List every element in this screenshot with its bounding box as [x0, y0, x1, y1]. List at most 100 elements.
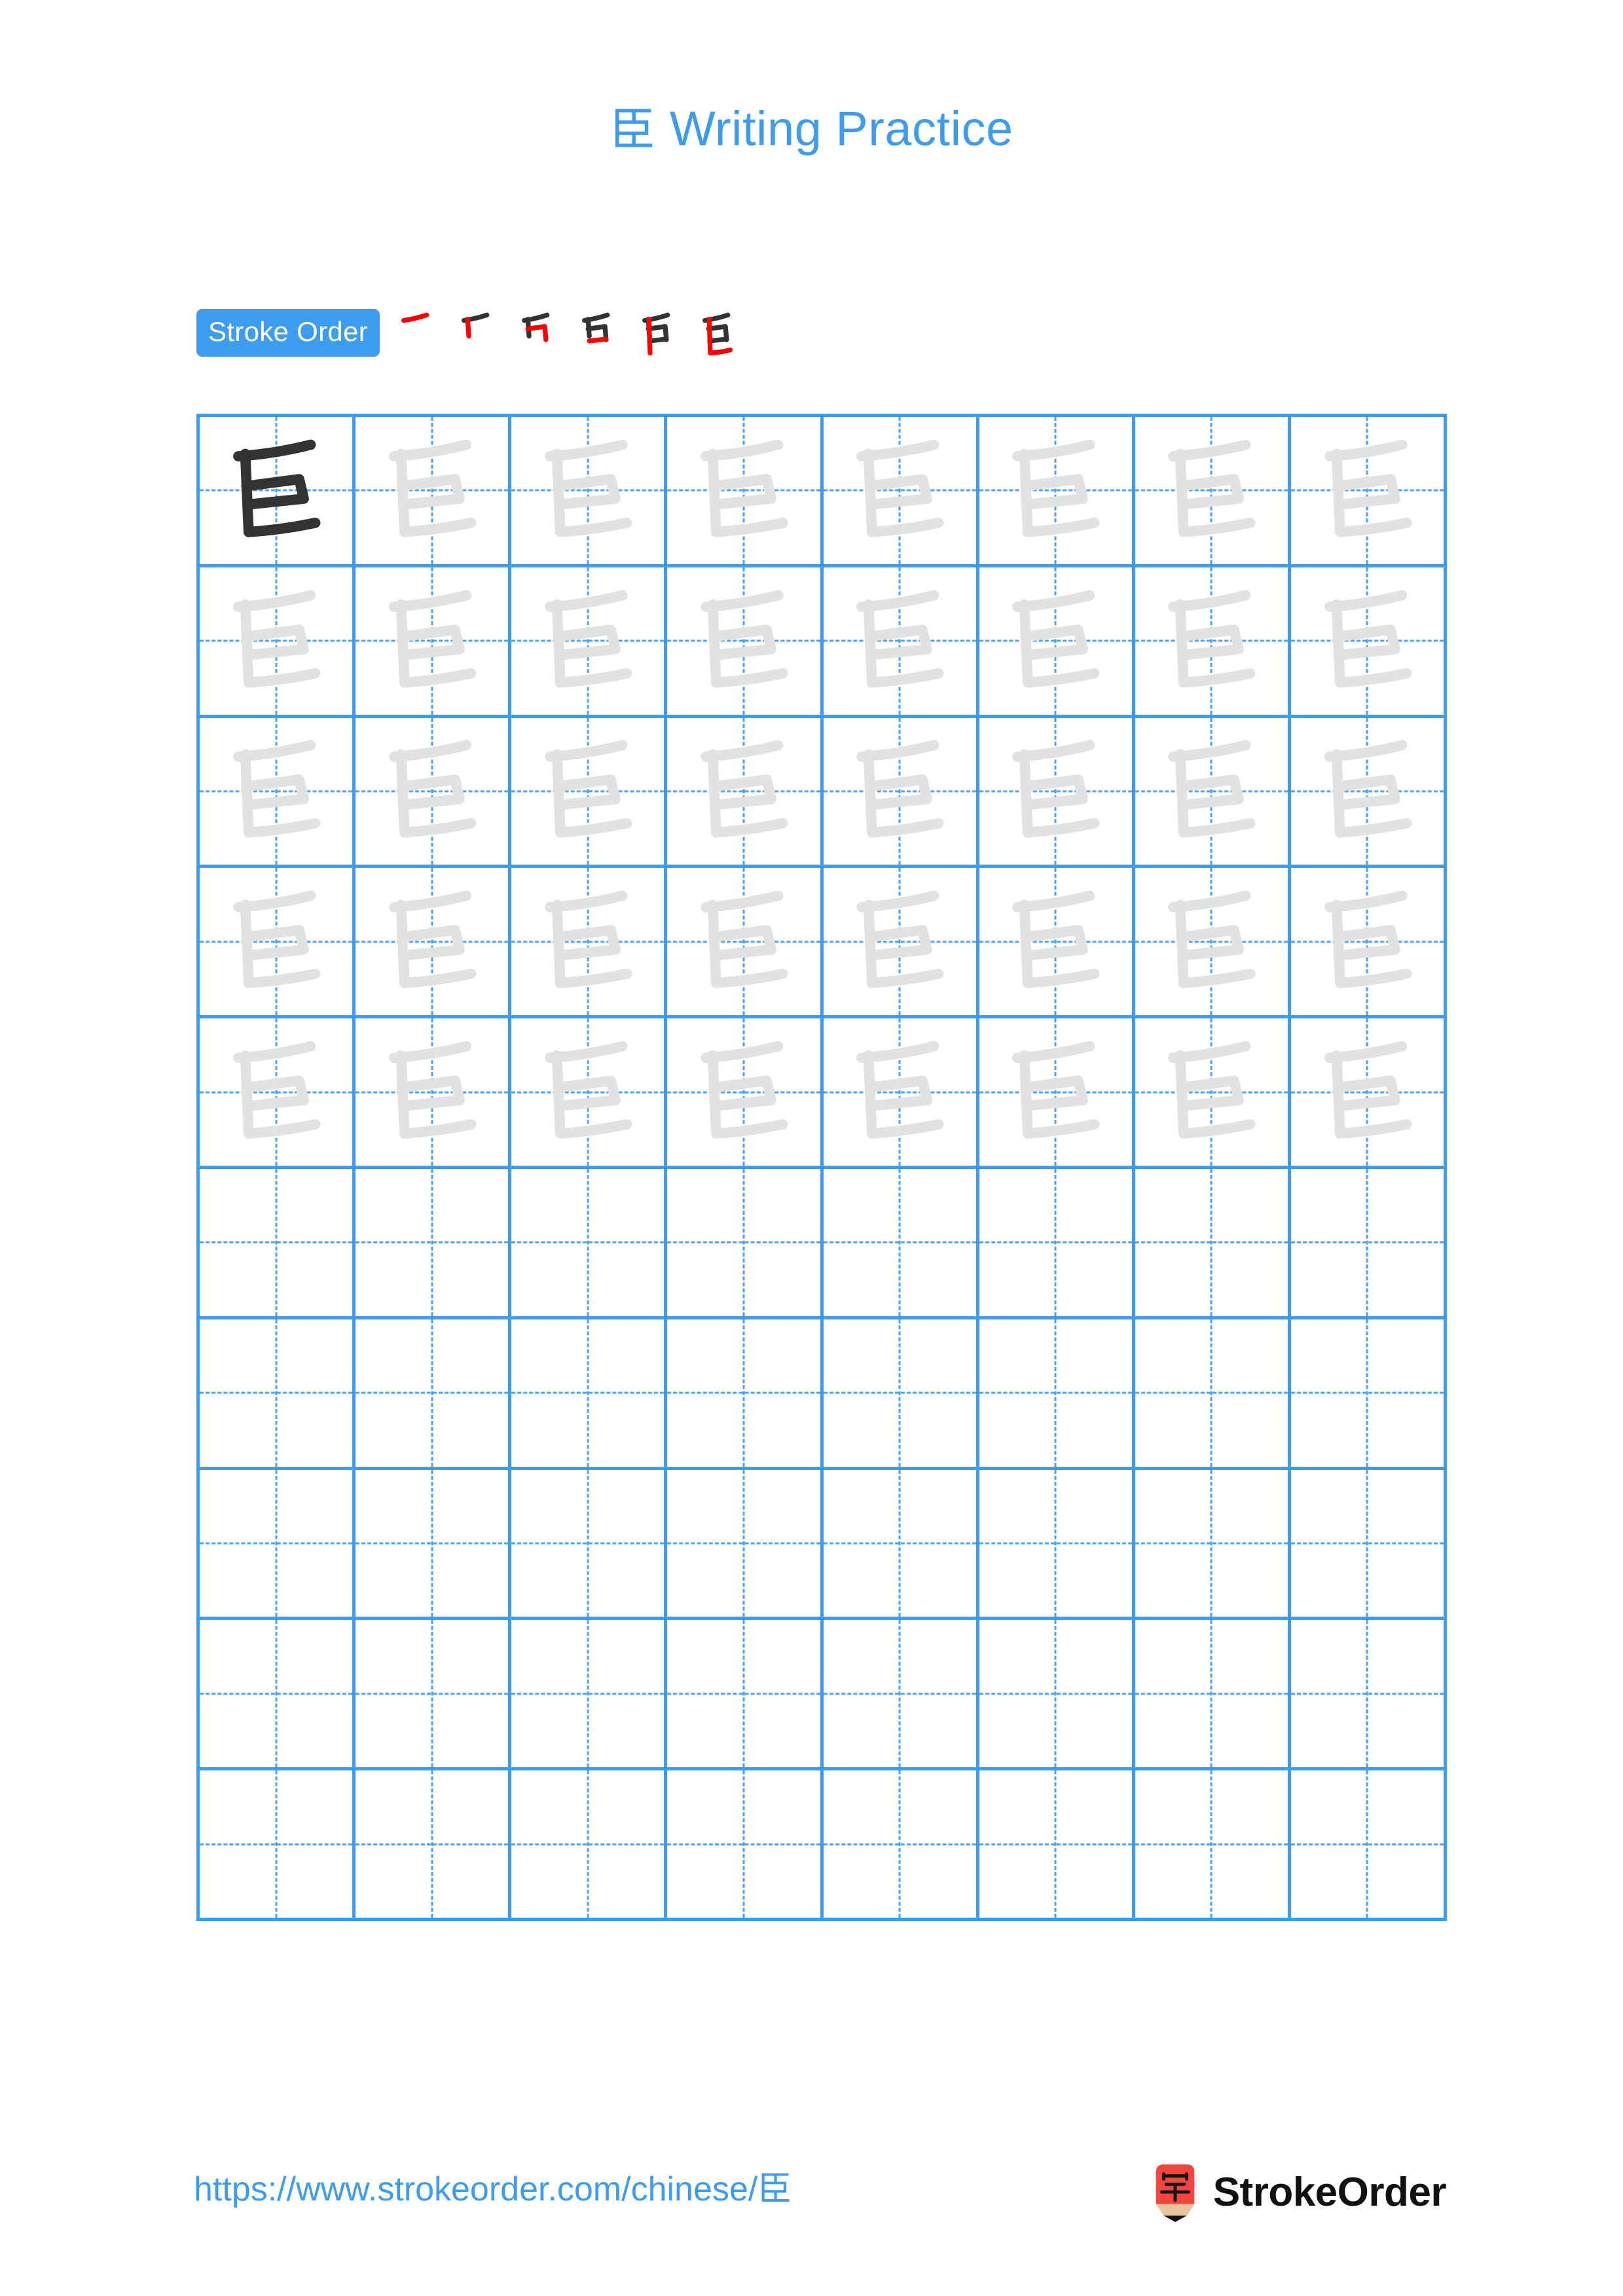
grid-cell-r2-c4[interactable] [667, 567, 824, 715]
grid-cell-r3-c2[interactable] [356, 717, 512, 865]
grid-cell-r10-c7[interactable] [1135, 1770, 1291, 1918]
grid-cell-r5-c2[interactable] [356, 1018, 512, 1166]
trace-character [979, 718, 1132, 865]
grid-cell-r6-c5[interactable] [824, 1168, 979, 1316]
grid-cell-r5-c3[interactable] [511, 1018, 668, 1166]
brand-name: StrokeOrder [1213, 2170, 1447, 2215]
grid-cell-r10-c4[interactable] [667, 1770, 824, 1918]
grid-cell-r3-c1[interactable] [200, 717, 356, 865]
grid-cell-r4-c3[interactable] [511, 868, 668, 1016]
practice-grid [196, 414, 1447, 1921]
grid-cell-r3-c4[interactable] [667, 717, 824, 865]
grid-cell-r6-c8[interactable] [1291, 1168, 1447, 1316]
grid-cell-r8-c6[interactable] [979, 1469, 1135, 1617]
grid-cell-r2-c2[interactable] [356, 567, 512, 715]
grid-cell-r1-c2[interactable] [356, 417, 512, 564]
character-glyph-icon [1012, 740, 1100, 838]
grid-cell-r4-c7[interactable] [1135, 868, 1291, 1016]
grid-cell-r7-c6[interactable] [979, 1319, 1135, 1467]
grid-cell-r9-c4[interactable] [667, 1620, 824, 1768]
grid-cell-r7-c5[interactable] [824, 1319, 979, 1467]
grid-cell-r10-c1[interactable] [200, 1770, 356, 1918]
stroke-step-3 [515, 302, 575, 363]
footer-brand[interactable]: StrokeOrder [1149, 2160, 1447, 2225]
grid-cell-r7-c7[interactable] [1135, 1319, 1291, 1467]
grid-cell-r3-c5[interactable] [824, 717, 979, 865]
grid-cell-r9-c3[interactable] [511, 1620, 668, 1768]
trace-character [824, 718, 976, 865]
grid-cell-r8-c7[interactable] [1135, 1469, 1291, 1617]
grid-cell-r5-c8[interactable] [1291, 1018, 1447, 1166]
grid-cell-r5-c1[interactable] [200, 1018, 356, 1166]
grid-cell-r4-c8[interactable] [1291, 868, 1447, 1016]
grid-cell-r2-c6[interactable] [979, 567, 1135, 715]
grid-cell-r6-c3[interactable] [511, 1168, 668, 1316]
grid-cell-r7-c3[interactable] [511, 1319, 668, 1467]
grid-cell-r4-c2[interactable] [356, 868, 512, 1016]
trace-character [979, 868, 1132, 1015]
grid-cell-r4-c1[interactable] [200, 868, 356, 1016]
grid-cell-r8-c1[interactable] [200, 1469, 356, 1617]
grid-cell-r6-c1[interactable] [200, 1168, 356, 1316]
stroke-step-3-icon [522, 312, 550, 342]
grid-cell-r1-c7[interactable] [1135, 417, 1291, 564]
grid-cell-r9-c5[interactable] [824, 1620, 979, 1768]
grid-cell-r3-c6[interactable] [979, 717, 1135, 865]
grid-cell-r1-c3[interactable] [511, 417, 668, 564]
grid-cell-r1-c8[interactable] [1291, 417, 1447, 564]
grid-cell-r2-c1[interactable] [200, 567, 356, 715]
grid-cell-r2-c3[interactable] [511, 567, 668, 715]
grid-cell-r3-c7[interactable] [1135, 717, 1291, 865]
grid-cell-r2-c5[interactable] [824, 567, 979, 715]
grid-cell-r10-c6[interactable] [979, 1770, 1135, 1918]
grid-cell-r4-c6[interactable] [979, 868, 1135, 1016]
grid-cell-r2-c8[interactable] [1291, 567, 1447, 715]
grid-cell-r5-c4[interactable] [667, 1018, 824, 1166]
grid-cell-r3-c8[interactable] [1291, 717, 1447, 865]
grid-cell-r10-c3[interactable] [511, 1770, 668, 1918]
grid-cell-r9-c8[interactable] [1291, 1620, 1447, 1768]
grid-cell-r2-c7[interactable] [1135, 567, 1291, 715]
grid-cell-r9-c7[interactable] [1135, 1620, 1291, 1768]
grid-cell-r1-c1[interactable] [200, 417, 356, 564]
grid-cell-r8-c8[interactable] [1291, 1469, 1447, 1617]
page-title-text: Writing Practice [655, 101, 1013, 156]
grid-cell-r6-c6[interactable] [979, 1168, 1135, 1316]
grid-cell-r8-c2[interactable] [356, 1469, 512, 1617]
grid-cell-r5-c6[interactable] [979, 1018, 1135, 1166]
grid-cell-r4-c4[interactable] [667, 868, 824, 1016]
grid-cell-r5-c7[interactable] [1135, 1018, 1291, 1166]
grid-cell-r9-c6[interactable] [979, 1620, 1135, 1768]
grid-cell-r8-c5[interactable] [824, 1469, 979, 1617]
grid-cell-r10-c2[interactable] [356, 1770, 512, 1918]
grid-cell-r9-c2[interactable] [356, 1620, 512, 1768]
grid-cell-r10-c8[interactable] [1291, 1770, 1447, 1918]
grid-cell-r7-c4[interactable] [667, 1319, 824, 1467]
character-glyph-icon [1012, 439, 1100, 537]
stroke-step-6 [695, 302, 756, 363]
grid-cell-r7-c2[interactable] [356, 1319, 512, 1467]
footer-url[interactable]: https://www.strokeorder.com/chinese/臣 [194, 2169, 792, 2210]
grid-cell-r6-c2[interactable] [356, 1168, 512, 1316]
grid-cell-r4-c5[interactable] [824, 868, 979, 1016]
trace-character [356, 868, 508, 1015]
grid-cell-r5-c5[interactable] [824, 1018, 979, 1166]
grid-cell-r1-c4[interactable] [667, 417, 824, 564]
trace-character [979, 1018, 1132, 1166]
grid-cell-r6-c7[interactable] [1135, 1168, 1291, 1316]
grid-cell-r6-c4[interactable] [667, 1168, 824, 1316]
grid-cell-r3-c3[interactable] [511, 717, 668, 865]
trace-character [824, 1018, 976, 1166]
grid-cell-r8-c4[interactable] [667, 1469, 824, 1617]
trace-character [667, 417, 820, 564]
grid-cell-r8-c3[interactable] [511, 1469, 668, 1617]
grid-cell-r1-c6[interactable] [979, 417, 1135, 564]
trace-character [979, 417, 1132, 564]
grid-cell-r7-c1[interactable] [200, 1319, 356, 1467]
grid-cell-r9-c1[interactable] [200, 1620, 356, 1768]
grid-cell-r10-c5[interactable] [824, 1770, 979, 1918]
character-glyph-icon [1324, 439, 1412, 537]
stroke-step-6-icon [702, 312, 733, 355]
grid-cell-r7-c8[interactable] [1291, 1319, 1447, 1467]
grid-cell-r1-c5[interactable] [824, 417, 979, 564]
